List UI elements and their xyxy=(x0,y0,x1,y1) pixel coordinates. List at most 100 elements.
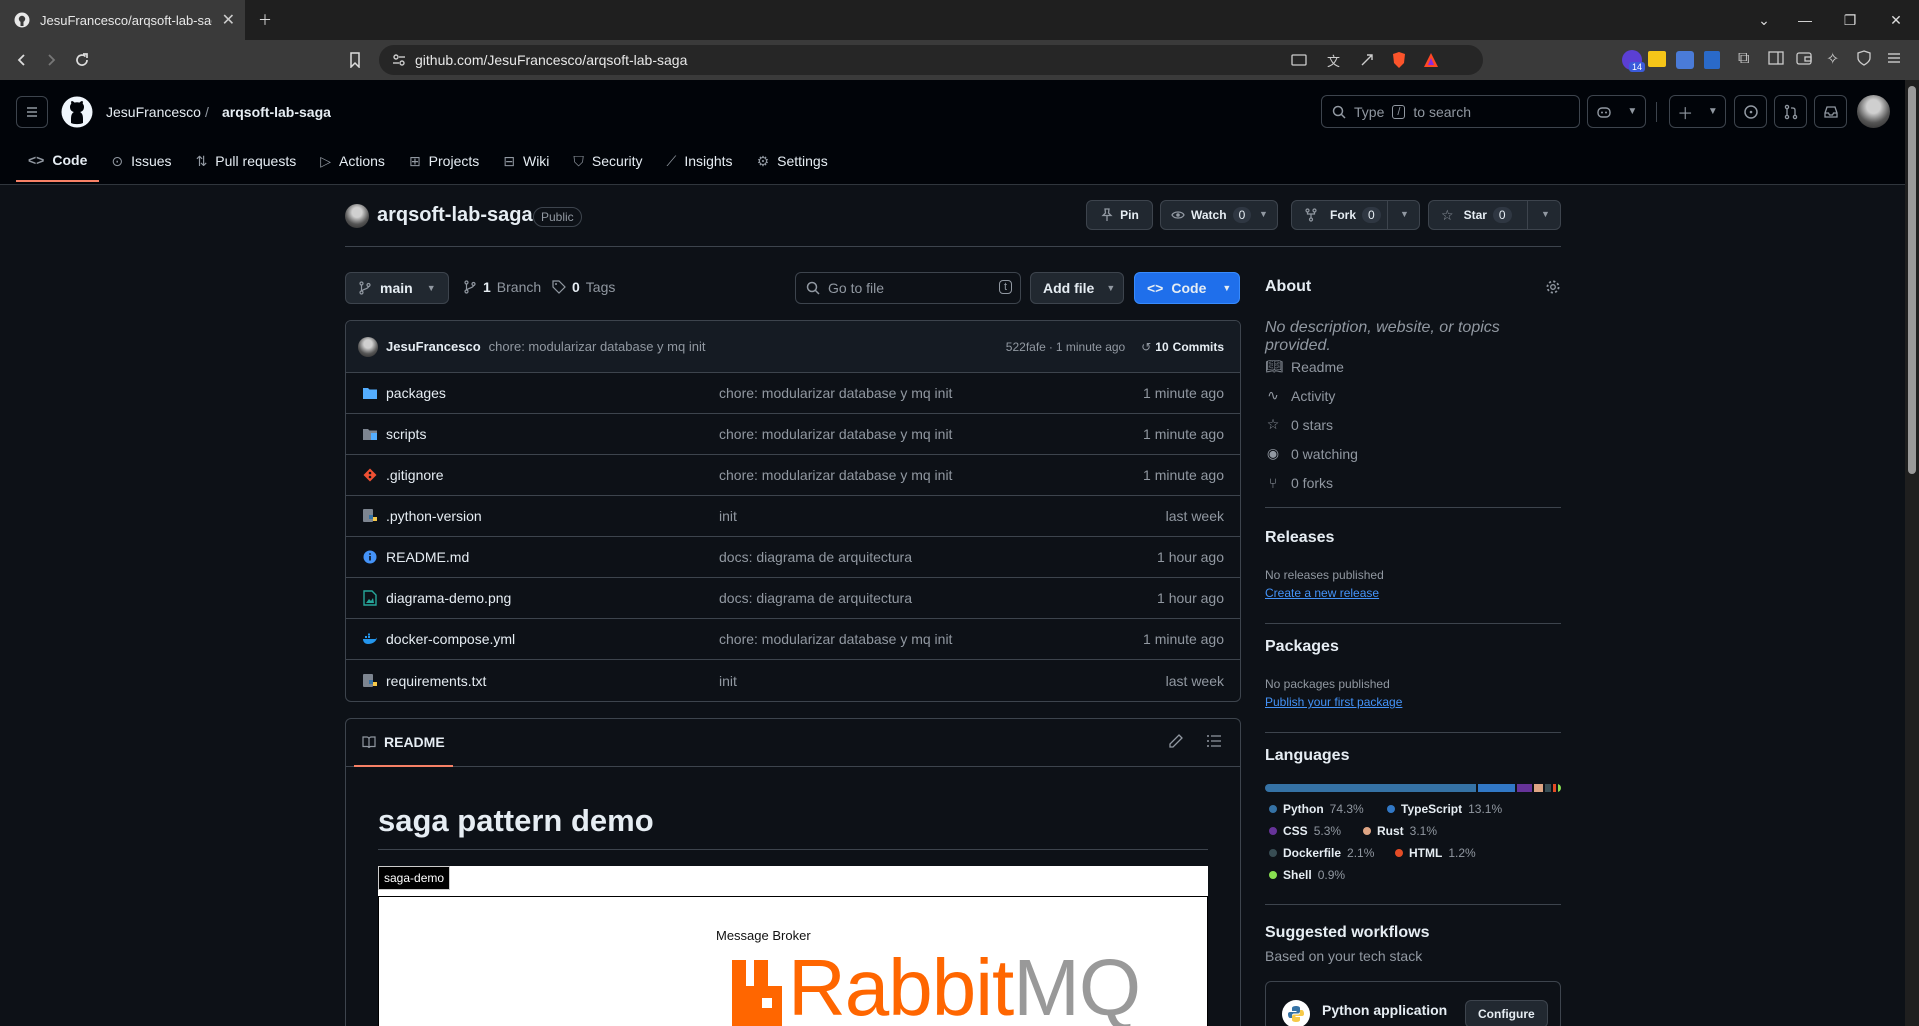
repo-title[interactable]: arqsoft-lab-saga xyxy=(377,204,533,227)
inbox-button[interactable] xyxy=(1814,95,1847,128)
new-tab-button[interactable]: ＋ xyxy=(253,8,277,32)
branch-selector[interactable]: main ▼ xyxy=(345,272,449,304)
readme-tab[interactable]: README xyxy=(354,719,453,767)
tab-security[interactable]: ⛉ Security xyxy=(561,140,654,182)
pin-button[interactable]: Pin xyxy=(1086,200,1153,230)
language-item-dockerfile[interactable]: Dockerfile 2.1% xyxy=(1269,846,1374,860)
file-commit-message[interactable]: docs: diagrama de arquitectura xyxy=(719,549,1157,565)
language-item-css[interactable]: CSS 5.3% xyxy=(1269,824,1341,838)
language-item-typescript[interactable]: TypeScript 13.1% xyxy=(1387,802,1502,816)
file-commit-message[interactable]: init xyxy=(719,673,1166,689)
file-commit-message[interactable]: chore: modularizar database y mq init xyxy=(719,631,1143,647)
file-name-link[interactable]: .python-version xyxy=(386,508,719,524)
branches-link[interactable]: 1 Branch xyxy=(463,279,541,295)
file-commit-message[interactable]: init xyxy=(719,508,1166,524)
close-tab-icon[interactable]: ✕ xyxy=(222,10,235,30)
create-new-button[interactable]: ＋ ▼ xyxy=(1669,95,1726,128)
restore-button[interactable]: ❐ xyxy=(1838,8,1862,32)
commits-link[interactable]: ↺ 10 Commits xyxy=(1141,340,1224,354)
forward-arrow-icon[interactable] xyxy=(41,50,61,70)
file-commit-message[interactable]: chore: modularizar database y mq init xyxy=(719,426,1143,442)
cast-icon[interactable] xyxy=(1291,52,1307,68)
file-commit-message[interactable]: chore: modularizar database y mq init xyxy=(719,385,1143,401)
tags-link[interactable]: 0 Tags xyxy=(552,279,615,295)
file-name-link[interactable]: scripts xyxy=(386,426,719,442)
file-commit-message[interactable]: chore: modularizar database y mq init xyxy=(719,467,1143,483)
leo-ai-icon[interactable]: ✧ xyxy=(1826,49,1839,69)
puzzle-icon[interactable]: ⧉ xyxy=(1738,50,1749,68)
wallet-icon[interactable] xyxy=(1796,50,1812,66)
address-bar[interactable]: github.com/JesuFrancesco/arqsoft-lab-sag… xyxy=(379,45,1483,75)
language-item-rust[interactable]: Rust 3.1% xyxy=(1363,824,1437,838)
chevron-down-icon[interactable]: ▼ xyxy=(1541,209,1550,219)
chevron-down-icon[interactable]: ▼ xyxy=(1400,209,1409,219)
global-nav-menu-button[interactable] xyxy=(16,96,48,128)
go-to-file-input[interactable]: Go to file t xyxy=(795,272,1021,304)
tab-pull-requests[interactable]: ⇅ Pull requests xyxy=(184,140,309,182)
issues-button[interactable] xyxy=(1734,95,1767,128)
readme-link[interactable]: 📖︎ Readme xyxy=(1265,352,1561,381)
commit-hash[interactable]: 522fafe xyxy=(1006,340,1046,354)
file-commit-message[interactable]: docs: diagrama de arquitectura xyxy=(719,590,1157,606)
add-file-button[interactable]: Add file ▼ xyxy=(1030,272,1124,304)
github-logo-icon[interactable] xyxy=(61,96,93,128)
scrollbar-thumb[interactable] xyxy=(1908,86,1916,474)
back-arrow-icon[interactable] xyxy=(12,50,32,70)
code-dropdown-button[interactable]: <> Code ▼ xyxy=(1134,272,1240,304)
file-name-link[interactable]: requirements.txt xyxy=(386,673,719,689)
file-name-link[interactable]: diagrama-demo.png xyxy=(386,590,719,606)
watch-button[interactable]: Watch 0 ▼ xyxy=(1160,200,1278,230)
tab-wiki[interactable]: ⊟ Wiki xyxy=(491,140,561,182)
reload-icon[interactable] xyxy=(72,50,92,70)
owner-avatar[interactable] xyxy=(345,204,369,228)
tab-settings[interactable]: ⚙ Settings xyxy=(745,140,840,182)
extension-icon[interactable] xyxy=(1704,51,1720,69)
translate-icon[interactable]: 文 xyxy=(1327,51,1340,70)
sidebar-toggle-icon[interactable] xyxy=(1768,50,1784,66)
tab-code[interactable]: <> Code xyxy=(16,140,100,182)
commit-message[interactable]: chore: modularizar database y mq init xyxy=(489,339,1006,354)
vpn-shield-icon[interactable] xyxy=(1856,50,1872,66)
tab-issues[interactable]: ⊙ Issues xyxy=(99,140,183,182)
minimize-button[interactable]: — xyxy=(1793,8,1817,32)
pencil-icon[interactable] xyxy=(1168,733,1184,749)
create-release-link[interactable]: Create a new release xyxy=(1265,586,1379,600)
language-item-html[interactable]: HTML 1.2% xyxy=(1395,846,1476,860)
file-name-link[interactable]: .gitignore xyxy=(386,467,719,483)
extension-icon[interactable] xyxy=(1648,51,1666,67)
forks-link[interactable]: ⑂ 0 forks xyxy=(1265,468,1561,497)
close-window-button[interactable]: ✕ xyxy=(1884,8,1908,32)
tab-projects[interactable]: ⊞ Projects xyxy=(397,140,491,182)
avatar[interactable] xyxy=(358,336,378,357)
avatar[interactable] xyxy=(1857,95,1890,128)
activity-link[interactable]: ∿ Activity xyxy=(1265,381,1561,410)
language-item-python[interactable]: Python 74.3% xyxy=(1269,802,1364,816)
chevron-down-icon[interactable]: ▼ xyxy=(1259,209,1268,219)
tab-insights[interactable]: ⟋ Insights xyxy=(655,140,745,182)
packages-title[interactable]: Packages xyxy=(1265,638,1561,656)
language-item-shell[interactable]: Shell 0.9% xyxy=(1269,868,1345,882)
copilot-button[interactable]: ▼ xyxy=(1587,95,1646,128)
stars-link[interactable]: ☆ 0 stars xyxy=(1265,410,1561,439)
brave-rewards-icon[interactable] xyxy=(1423,52,1439,68)
gear-icon[interactable] xyxy=(1545,279,1561,295)
commit-author[interactable]: JesuFrancesco xyxy=(386,339,481,354)
tab-actions[interactable]: ▷ Actions xyxy=(308,140,397,182)
outline-list-icon[interactable] xyxy=(1206,733,1222,749)
file-name-link[interactable]: README.md xyxy=(386,549,719,565)
translate-extension-icon[interactable] xyxy=(1676,51,1694,69)
pull-requests-button[interactable] xyxy=(1774,95,1807,128)
bookmark-icon[interactable] xyxy=(345,50,365,70)
fork-button[interactable]: Fork 0 ▼ xyxy=(1291,200,1420,230)
repo-link[interactable]: arqsoft-lab-saga xyxy=(222,104,331,120)
menu-hamburger-icon[interactable] xyxy=(1886,50,1902,66)
site-info-icon[interactable] xyxy=(391,52,407,68)
brave-shields-icon[interactable] xyxy=(1391,51,1407,69)
publish-package-link[interactable]: Publish your first package xyxy=(1265,695,1402,709)
file-name-link[interactable]: packages xyxy=(386,385,719,401)
releases-title[interactable]: Releases xyxy=(1265,529,1561,547)
star-button[interactable]: ☆ Star 0 ▼ xyxy=(1428,200,1561,230)
share-icon[interactable] xyxy=(1359,52,1375,68)
search-input[interactable]: Type / to search xyxy=(1321,95,1580,128)
browser-tab[interactable]: JesuFrancesco/arqsoft-lab-saga ✕ xyxy=(0,0,245,40)
